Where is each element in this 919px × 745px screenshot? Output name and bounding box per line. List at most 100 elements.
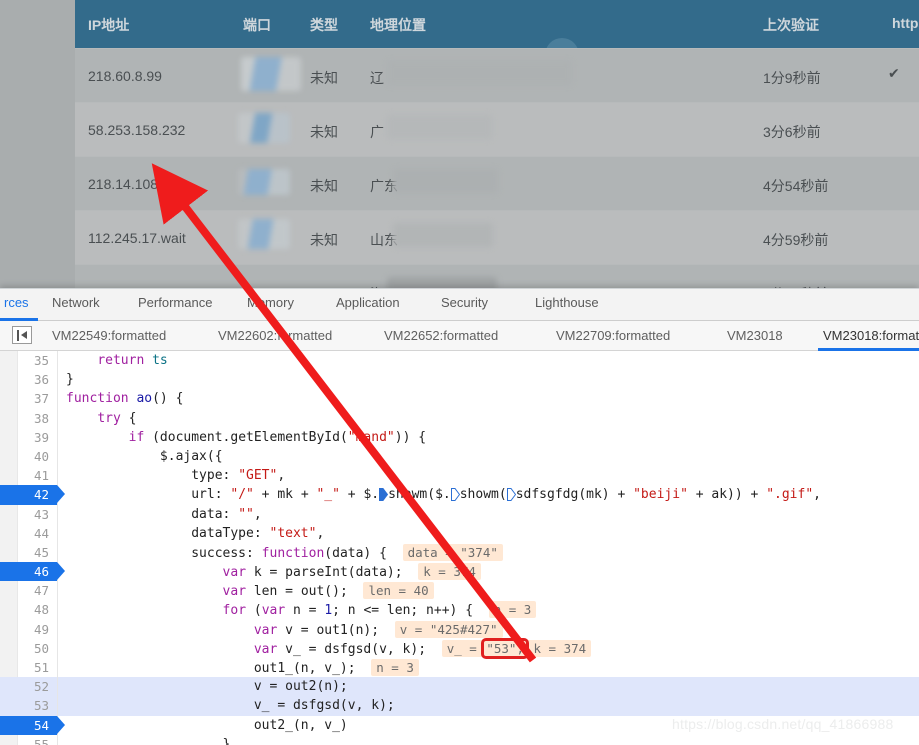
line-number[interactable]: 37 <box>0 389 57 408</box>
code-line[interactable]: 37 function ao() { <box>0 389 919 409</box>
cell-type: 未知 <box>310 232 338 248</box>
gutter-divider <box>57 408 58 428</box>
code-line[interactable]: 43 data: "", <box>0 504 919 524</box>
code-text: if (document.getElementById("mand")) { <box>128 429 427 445</box>
line-number[interactable]: 39 <box>0 428 57 447</box>
line-number[interactable]: 52 <box>0 677 57 696</box>
line-number[interactable]: 45 <box>0 543 57 562</box>
line-number[interactable]: 35 <box>0 351 57 370</box>
file-tab-vm23018-formatted[interactable]: VM23018:formatted <box>823 328 919 343</box>
tab-performance[interactable]: Performance <box>138 295 212 310</box>
cell-location-prefix: 广 <box>370 124 384 140</box>
tab-application[interactable]: Application <box>336 295 400 310</box>
line-number[interactable]: 42 <box>0 485 57 505</box>
gutter-divider <box>57 523 58 543</box>
file-tab-vm22652[interactable]: VM22652:formatted <box>384 328 498 343</box>
column-header-ip[interactable]: IP地址 <box>88 15 129 35</box>
code-line[interactable]: 51 out1_(n, v_); n = 3 <box>0 658 919 678</box>
code-line[interactable]: 44 dataType: "text", <box>0 523 919 543</box>
code-line[interactable]: 36} <box>0 370 919 390</box>
line-number[interactable]: 53 <box>0 696 57 715</box>
code-text: for (var n = 1; n <= len; n++) { n = 3 <box>66 600 537 619</box>
breakpoint-marker-icon[interactable] <box>379 487 389 502</box>
column-header-verified[interactable]: 上次验证 <box>763 15 819 35</box>
code-line[interactable]: 38 try { <box>0 408 919 428</box>
tab-sources[interactable]: rces <box>4 295 29 310</box>
breakpoint-arrow <box>57 715 65 734</box>
code-line[interactable]: 49 var v = out1(n); v = "425#427" <box>0 619 919 639</box>
column-header-https[interactable]: https <box>892 15 919 31</box>
gutter-divider <box>57 466 58 486</box>
cell-location-blurred <box>393 169 498 193</box>
gutter-divider <box>57 734 58 745</box>
line-number[interactable]: 41 <box>0 466 57 485</box>
code-line[interactable]: 45 success: function(data) { data = "374… <box>0 542 919 563</box>
code-lines: 35 return ts 36} 37 function ao() {38 try {… <box>0 351 919 745</box>
line-number[interactable]: 49 <box>0 620 57 639</box>
code-line[interactable]: 48 for (var n = 1; n <= len; n++) { n = … <box>0 600 919 620</box>
table-row[interactable]: 218.14.108.53 未知 广东 4分54秒前 <box>75 156 919 210</box>
line-number[interactable]: 43 <box>0 505 57 524</box>
breakpoint-marker-icon[interactable] <box>506 487 516 502</box>
line-number[interactable]: 38 <box>0 409 57 428</box>
code-line[interactable]: 52 v = out2(n); <box>0 677 919 697</box>
file-tab-vm22602[interactable]: VM22602:formatted <box>218 328 332 343</box>
line-number[interactable]: 50 <box>0 639 57 658</box>
line-number[interactable]: 36 <box>0 370 57 389</box>
tab-lighthouse[interactable]: Lighthouse <box>535 295 599 310</box>
cell-ip: 218.14.108.53 <box>88 176 178 192</box>
gutter-divider <box>57 389 58 409</box>
code-text: var k = parseInt(data); k = 374 <box>66 562 481 581</box>
line-number[interactable]: 55 <box>0 735 57 745</box>
gutter-divider <box>57 351 58 371</box>
code-line[interactable]: 53 v_ = dsfgsd(v, k); <box>0 696 919 716</box>
cell-type: 未知 <box>310 178 338 194</box>
code-line[interactable]: 35 return ts <box>0 351 919 371</box>
line-number[interactable]: 40 <box>0 447 57 466</box>
line-number[interactable]: 54 <box>0 715 57 735</box>
line-number[interactable]: 46 <box>0 562 57 582</box>
cell-port-blurred <box>238 113 290 143</box>
code-text: function ao() { <box>66 391 184 407</box>
code-line[interactable]: 47 var len = out(); len = 40 <box>0 581 919 601</box>
line-number[interactable]: 44 <box>0 524 57 543</box>
file-tab-vm22709[interactable]: VM22709:formatted <box>556 328 670 343</box>
gutter-divider <box>57 619 58 639</box>
gutter-divider <box>57 677 58 697</box>
code-text: out1_(n, v_); n = 3 <box>66 658 419 677</box>
code-text: $.ajax({ <box>66 448 223 464</box>
table-row[interactable]: 112.245.17.wait 未知 山东 4分59秒前 <box>75 210 919 264</box>
tab-network[interactable]: Network <box>52 295 100 310</box>
code-line[interactable]: 50 var v_ = dsfgsd(v, k); v_ = "53", k =… <box>0 637 919 659</box>
source-code-editor[interactable]: 35 return ts 36} 37 function ao() {38 try {… <box>0 351 919 745</box>
line-number[interactable]: 47 <box>0 581 57 600</box>
table-row[interactable]: 58.253.158.232 未知 广 3分6秒前 <box>75 102 919 156</box>
line-number[interactable]: 48 <box>0 600 57 619</box>
code-line[interactable]: 39 if (document.getElementById("mand")) … <box>0 427 919 447</box>
code-line[interactable]: 40 $.ajax({ <box>0 446 919 467</box>
table-row[interactable]: 218.60.8.99 未知 辽 1分9秒前 ✔ <box>75 48 919 102</box>
file-tab-vm23018[interactable]: VM23018 <box>727 328 783 343</box>
cell-type: 未知 <box>310 124 338 140</box>
cell-https-check: ✔ <box>888 65 900 81</box>
code-line[interactable]: 55 } <box>0 734 919 745</box>
collapse-sidebar-icon[interactable] <box>12 326 32 344</box>
code-line[interactable]: 42 url: "/" + mk + "_" + $. showm($. showm… <box>0 485 919 505</box>
file-tab-vm22549[interactable]: VM22549:formatted <box>52 328 166 343</box>
code-text: var len = out(); len = 40 <box>66 581 434 600</box>
column-header-location[interactable]: 地理位置 <box>370 15 426 35</box>
tab-memory[interactable]: Memory <box>247 295 294 310</box>
code-text: url: "/" + mk + "_" + $. showm($. showm(sd… <box>66 487 821 503</box>
code-line[interactable]: 41 type: "GET", <box>0 466 919 486</box>
code-text: dataType: "text", <box>66 525 325 541</box>
cell-verified: 1分9秒前 <box>763 70 821 86</box>
code-text: var v_ = dsfgsd(v, k); v_ = "53", k = 37… <box>66 637 592 659</box>
column-header-port[interactable]: 端口 <box>243 15 271 35</box>
line-number[interactable]: 51 <box>0 658 57 677</box>
breakpoint-marker-icon[interactable] <box>450 487 460 502</box>
code-text: var v = out1(n); v = "425#427" <box>66 620 503 639</box>
column-header-type[interactable]: 类型 <box>310 15 338 35</box>
tab-security[interactable]: Security <box>441 295 488 310</box>
cell-port-blurred <box>238 219 290 249</box>
code-line[interactable]: 46 var k = parseInt(data); k = 374 <box>0 562 919 582</box>
